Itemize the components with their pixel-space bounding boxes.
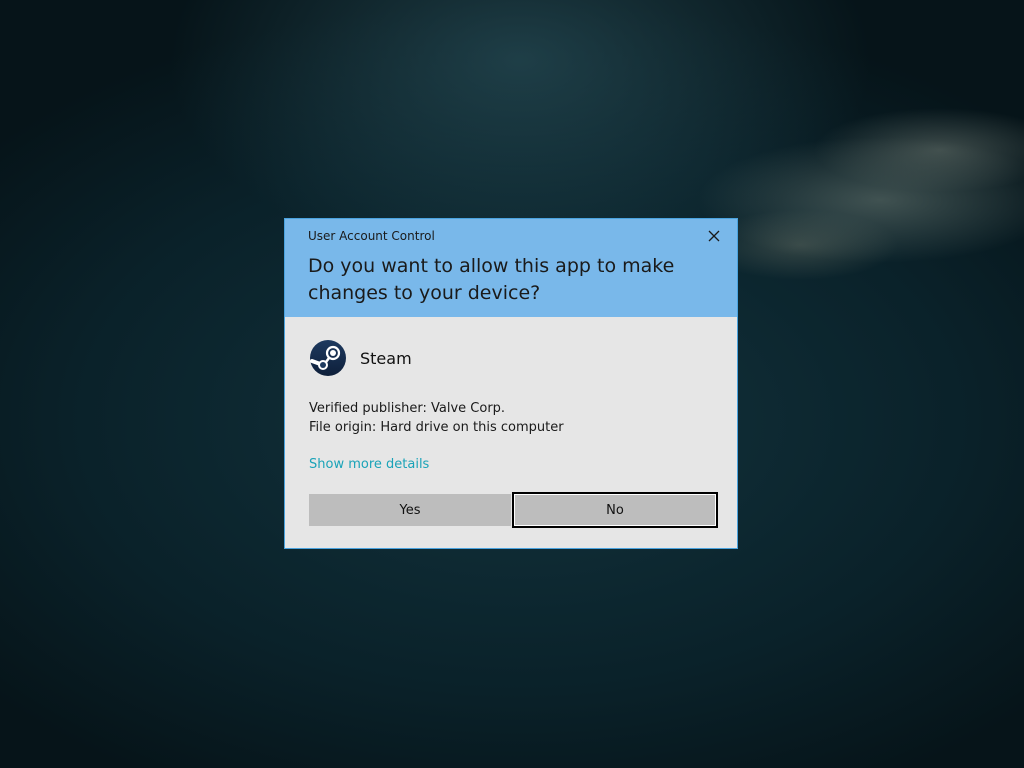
app-row: Steam: [309, 339, 412, 377]
uac-dialog: User Account Control Do you want to allo…: [284, 218, 738, 549]
show-more-details-link[interactable]: Show more details: [309, 457, 429, 472]
app-name: Steam: [360, 348, 412, 368]
yes-button[interactable]: Yes: [309, 494, 511, 526]
dialog-question: Do you want to allow this app to make ch…: [308, 255, 675, 304]
steam-icon: [310, 340, 346, 376]
close-icon: [708, 230, 720, 242]
no-button[interactable]: No: [512, 492, 718, 528]
desktop-background: User Account Control Do you want to allo…: [0, 0, 1024, 768]
app-info: Verified publisher: Valve Corp. File ori…: [309, 399, 564, 437]
dialog-header: User Account Control Do you want to allo…: [285, 219, 737, 317]
origin-text: File origin: Hard drive on this computer: [309, 420, 564, 435]
dialog-title: User Account Control: [308, 229, 435, 243]
publisher-text: Verified publisher: Valve Corp.: [309, 401, 506, 416]
close-button[interactable]: [699, 225, 729, 247]
